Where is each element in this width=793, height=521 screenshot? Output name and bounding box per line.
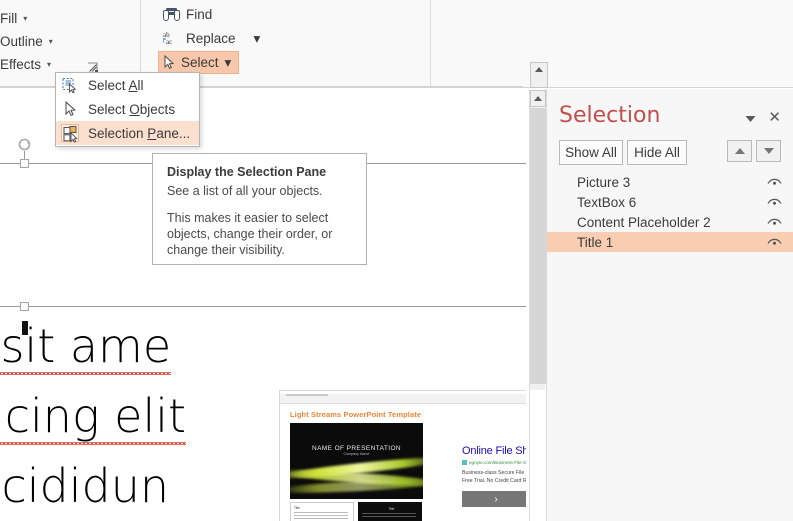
object-list: Picture 3 TextBox 6 Content Placeholder … <box>547 172 793 252</box>
tooltip-line-4: change their visibility. <box>167 243 285 257</box>
replace-icon: ab ac <box>162 30 180 48</box>
menu-item-selection-pane[interactable]: Selection Pane... <box>56 121 199 145</box>
picture-ad-line-2: Free Trial. No Credit Card Required. <box>462 478 526 484</box>
tooltip-line-3: objects, change their order, or <box>167 227 333 241</box>
arrow-cursor-icon <box>61 100 79 118</box>
marquee-select-icon <box>61 76 79 94</box>
resize-handle-top[interactable] <box>20 159 29 168</box>
picture-thumb-row: Title Title <box>290 502 423 521</box>
chevron-down-icon: ▾ <box>253 30 261 46</box>
select-button[interactable]: Select ▾ <box>158 51 240 74</box>
slide-line-1-text: lor sit ame <box>0 319 172 375</box>
hide-all-button[interactable]: Hide All <box>627 140 687 165</box>
picture-hero-title: NAME OF PRESENTATION <box>311 445 401 452</box>
slide-line-2-text: pisicing elit <box>0 389 187 445</box>
scrollbar-track-lower[interactable] <box>530 390 546 521</box>
eye-visible-icon[interactable] <box>767 177 782 187</box>
picture-browser-bar <box>280 394 526 404</box>
slide-text-line-1[interactable]: lor sit ame <box>0 319 526 375</box>
arrow-cursor-icon <box>163 55 175 70</box>
select-label: Select <box>181 55 219 70</box>
object-name: TextBox 6 <box>577 194 637 210</box>
scroll-up-button[interactable] <box>530 90 546 107</box>
picture-ad-button: › <box>462 491 526 507</box>
chevron-up-icon <box>535 67 543 72</box>
picture-site-heading: Light Streams PowerPoint Template <box>290 410 422 419</box>
picture-hero-subtitle: Company Name <box>343 452 370 456</box>
canvas-vertical-scrollbar[interactable] <box>529 90 546 521</box>
tooltip-title: Display the Selection Pane <box>167 165 327 179</box>
tooltip-spacer <box>167 199 354 210</box>
triangle-down-icon <box>763 148 774 154</box>
eye-visible-icon[interactable] <box>767 197 782 207</box>
resize-handle-bottom[interactable] <box>20 302 29 311</box>
menu-item-select-objects[interactable]: Select Objects <box>56 97 199 121</box>
send-backward-button[interactable] <box>756 140 781 162</box>
replace-label: Replace <box>186 31 236 46</box>
tooltip-line-2: This makes it easier to select <box>167 211 329 225</box>
pane-options-dropdown[interactable] <box>744 113 756 125</box>
tooltip-line-1: See a list of all your objects. <box>167 184 323 198</box>
shape-fill-button[interactable]: Fill ▾ <box>0 8 27 29</box>
placeholder-bottom-border <box>0 306 526 307</box>
slide-picture-object[interactable]: Light Streams PowerPoint Template NAME O… <box>279 390 526 521</box>
list-item[interactable]: TextBox 6 <box>547 192 793 212</box>
select-dropdown-menu: Select All Select Objects Selection Pane… <box>55 72 200 147</box>
object-name: Picture 3 <box>577 174 631 190</box>
selection-pane-icon <box>61 124 79 143</box>
shape-fill-label: Fill <box>0 11 18 26</box>
picture-hero-slide: NAME OF PRESENTATION Company Name <box>290 423 423 499</box>
powerpoint-window: Fill ▾ Outline ▾ Effects ▾ Find ab ac Re… <box>0 0 793 521</box>
bring-forward-button[interactable] <box>727 140 752 162</box>
chevron-up-icon <box>534 96 542 101</box>
shape-outline-label: Outline <box>0 34 43 49</box>
shape-outline-button[interactable]: Outline ▾ <box>0 31 53 52</box>
menu-label-select-objects: Select Objects <box>88 101 176 117</box>
picture-thumb-title: Title <box>294 506 300 510</box>
menu-label-selection-pane: Selection Pane... <box>88 125 191 141</box>
svg-text:ac: ac <box>166 38 172 45</box>
chevron-down-icon: ▾ <box>23 13 28 23</box>
chevron-down-icon: ▾ <box>47 59 52 69</box>
eye-visible-icon[interactable] <box>767 217 782 227</box>
selection-pane: Selection ✕ Show All Hide All Picture 3 <box>546 89 793 521</box>
chevron-down-icon: ▾ <box>224 54 232 70</box>
list-item[interactable]: Picture 3 <box>547 172 793 192</box>
list-item-selected[interactable]: Title 1 <box>547 232 793 252</box>
picture-ad-url: egnyte.com/Business-File-Sharing <box>462 460 526 465</box>
selection-pane-tooltip: Display the Selection Pane See a list of… <box>152 153 367 265</box>
menu-item-select-all[interactable]: Select All <box>56 73 199 97</box>
object-name: Title 1 <box>577 234 614 250</box>
picture-body: NAME OF PRESENTATION Company Name Title … <box>280 423 526 521</box>
picture-thumb-dark: Title <box>358 502 422 521</box>
triangle-up-icon <box>734 148 745 154</box>
scrollbar-thumb[interactable] <box>530 108 546 384</box>
menu-label-select-all: Select All <box>88 77 144 93</box>
rotation-handle[interactable] <box>17 137 32 152</box>
shape-effects-label: Effects <box>0 57 42 72</box>
eye-visible-icon[interactable] <box>767 237 782 247</box>
object-name: Content Placeholder 2 <box>577 214 711 230</box>
replace-button[interactable]: ab ac Replace ▾ <box>158 27 268 50</box>
ribbon-collapse-button[interactable] <box>530 62 548 88</box>
picture-ad-title: Online File Sharing <box>462 445 526 457</box>
find-label: Find <box>186 7 213 22</box>
picture-ad-line-1: Business-class Secure File Sharing. <box>462 470 526 476</box>
chevron-down-icon: ▾ <box>48 36 53 46</box>
slide-line-3-text: r incididun <box>0 459 170 513</box>
picture-thumb-light: Title <box>290 502 354 521</box>
selection-pane-title: Selection <box>559 103 661 128</box>
picture-thumb-title-dark: Title <box>388 507 395 511</box>
close-icon[interactable]: ✕ <box>768 110 781 125</box>
list-item[interactable]: Content Placeholder 2 <box>547 212 793 232</box>
binoculars-icon <box>163 7 180 22</box>
show-all-button[interactable]: Show All <box>559 140 623 165</box>
picture-ad-column: Online File Sharing egnyte.com/Business-… <box>462 445 526 521</box>
find-button[interactable]: Find <box>158 3 220 26</box>
shape-effects-button[interactable]: Effects ▾ <box>0 54 51 75</box>
